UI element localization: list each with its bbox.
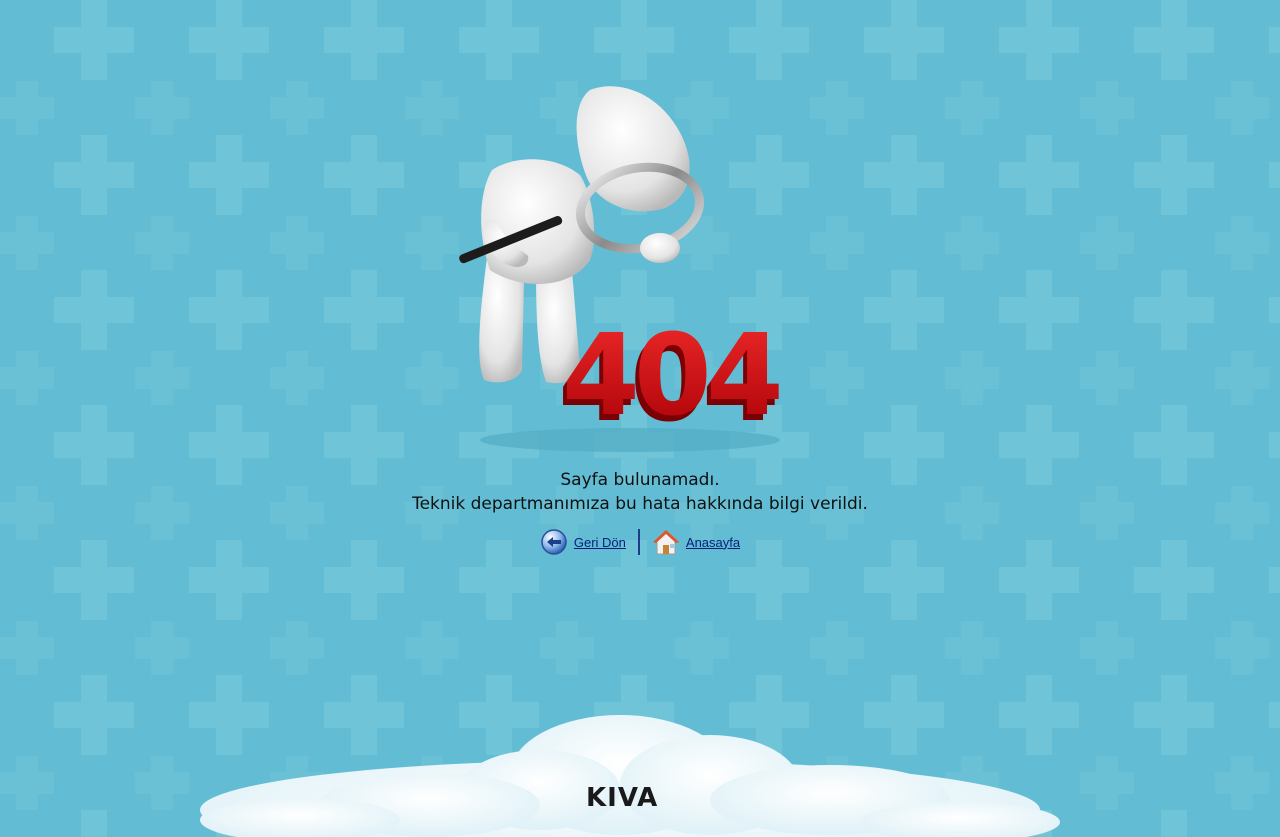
- cloud-decoration: [200, 715, 1060, 837]
- home-link-label: Anasayfa: [685, 534, 741, 550]
- error-code-404: 404 404: [558, 311, 785, 447]
- error-navigation: Geri Dön Anasayfa: [0, 528, 1280, 556]
- error-message: Sayfa bulunamadı. Teknik departmanımıza …: [0, 468, 1280, 516]
- error-title: Sayfa bulunamadı.: [560, 470, 720, 490]
- back-link-label: Geri Dön: [573, 534, 626, 550]
- back-link[interactable]: Geri Dön: [540, 528, 626, 556]
- nav-divider: [637, 529, 640, 555]
- home-icon: [652, 528, 680, 556]
- home-link[interactable]: Anasayfa: [652, 528, 740, 556]
- kiva-logo: KIVA: [586, 783, 659, 813]
- svg-text:404: 404: [562, 311, 779, 441]
- arrow-left-icon: [540, 528, 568, 556]
- error-illustration: 404 404: [459, 86, 785, 452]
- error-description: Teknik departmanımıza bu hata hakkında b…: [412, 494, 868, 514]
